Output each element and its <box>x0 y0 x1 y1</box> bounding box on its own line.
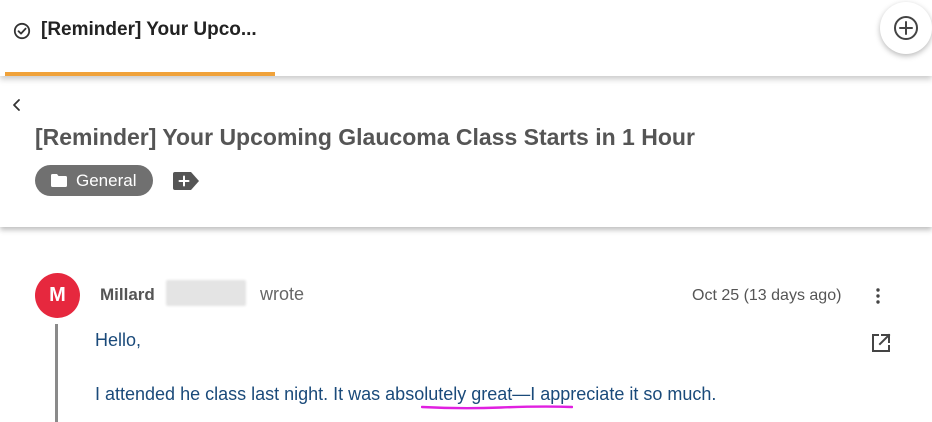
tab-bar: [Reminder] Your Upco... <box>0 0 932 76</box>
folder-icon <box>51 174 67 187</box>
quote-bar <box>55 324 58 422</box>
active-tab-indicator <box>5 72 275 76</box>
tag-plus-icon[interactable] <box>173 172 199 190</box>
redacted-last-name <box>166 280 246 306</box>
avatar[interactable]: M <box>35 273 80 318</box>
category-label: General <box>76 171 137 190</box>
post-date[interactable]: Oct 25 (13 days ago) <box>692 287 841 305</box>
handwritten-underline <box>421 405 573 410</box>
plus-circle-icon <box>894 16 918 40</box>
topic-header: [Reminder] Your Upcoming Glaucoma Class … <box>0 76 932 227</box>
category-chip[interactable]: General <box>35 165 153 196</box>
more-vertical-icon[interactable] <box>871 287 885 305</box>
check-circle-icon <box>13 22 31 40</box>
body-greeting: Hello, <box>95 330 142 350</box>
highlighted-text: absolutely great <box>385 384 513 404</box>
chevron-left-icon[interactable] <box>10 98 24 112</box>
open-external-icon[interactable] <box>870 332 892 354</box>
topic-subject: [Reminder] Your Upcoming Glaucoma Class … <box>35 124 695 150</box>
body-text-suffix: —I appreciate it so much. <box>512 384 717 404</box>
post: M Millard wrote Oct 25 (13 days ago) Hel… <box>0 227 932 422</box>
wrote-label: wrote <box>260 284 305 304</box>
tab-reminder[interactable]: [Reminder] Your Upco... <box>5 0 275 76</box>
author-name[interactable]: Millard <box>100 285 155 305</box>
tab-title: [Reminder] Your Upco... <box>41 19 257 40</box>
add-tab-button[interactable] <box>880 2 932 54</box>
body-line: I attended he class last night. It was a… <box>95 384 716 405</box>
body-text-prefix: I attended he class last night. It was <box>95 384 386 404</box>
